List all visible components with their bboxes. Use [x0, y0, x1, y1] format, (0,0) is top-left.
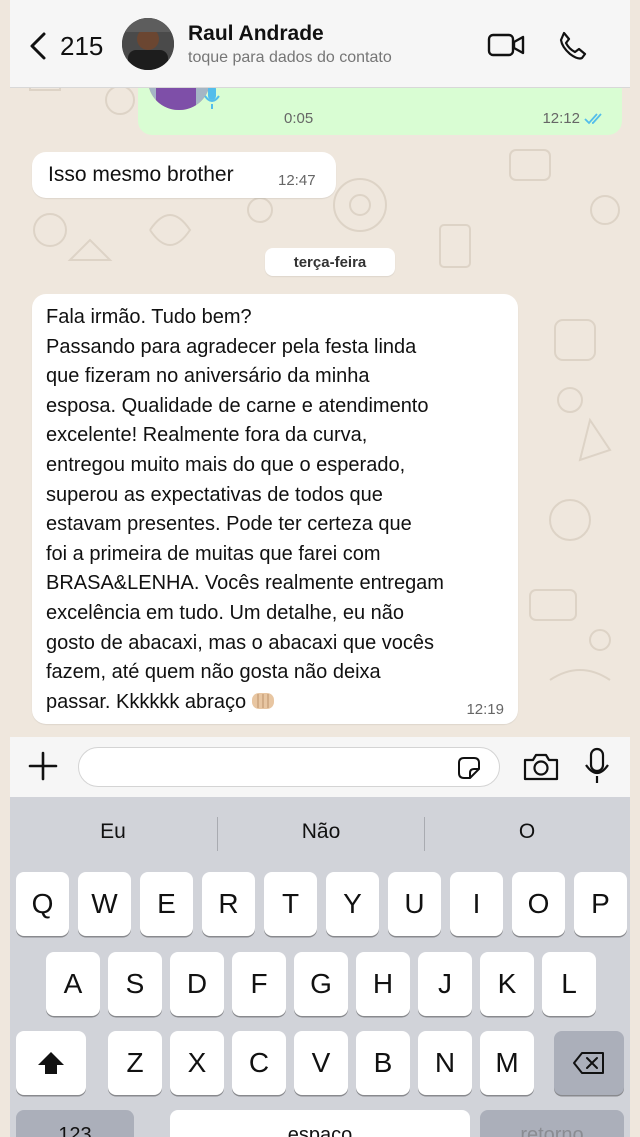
message-body: Fala irmão. Tudo bem? Passando para agra… [46, 303, 516, 717]
message-line: gosto de abacaxi, mas o abacaxi que você… [46, 631, 435, 654]
message-composer [10, 737, 630, 797]
camera-icon [523, 753, 559, 781]
backspace-icon [573, 1052, 604, 1074]
voice-call-button[interactable] [552, 28, 592, 62]
key-s[interactable]: S [108, 952, 162, 1016]
message-line: Passando para agradecer pela festa linda [46, 335, 417, 358]
message-input[interactable] [78, 747, 500, 787]
message-line: foi a primeira de muitas que farei com [46, 542, 381, 565]
message-time: 12:19 [466, 701, 504, 718]
shift-icon [38, 1052, 64, 1074]
message-line: entregou muito mais do que o esperado, [46, 453, 406, 476]
key-i[interactable]: I [450, 872, 503, 936]
message-line: excelente! Realmente fora da curva, [46, 424, 368, 447]
chevron-left-icon [30, 32, 46, 60]
keyboard: Eu Não O Q W E R T Y U I O P A S D F G H… [10, 797, 630, 1137]
key-g[interactable]: G [294, 952, 348, 1016]
sticker-button[interactable] [456, 755, 482, 781]
message-time: 12:47 [278, 172, 316, 189]
message-text: Isso mesmo brother [48, 163, 234, 186]
key-l[interactable]: L [542, 952, 596, 1016]
key-z[interactable]: Z [108, 1031, 162, 1095]
key-p[interactable]: P [574, 872, 627, 936]
space-key[interactable]: espaço [170, 1110, 470, 1137]
fist-emoji-icon [250, 690, 276, 712]
suggestion-1[interactable]: Eu [10, 797, 216, 867]
key-k[interactable]: K [480, 952, 534, 1016]
sticker-icon [458, 757, 480, 779]
key-n[interactable]: N [418, 1031, 472, 1095]
key-t[interactable]: T [264, 872, 317, 936]
attach-button[interactable] [26, 749, 60, 783]
back-button[interactable]: 215 [28, 30, 118, 62]
message-line: estavam presentes. Pode ter certeza que [46, 513, 412, 536]
key-x[interactable]: X [170, 1031, 224, 1095]
key-b[interactable]: B [356, 1031, 410, 1095]
key-c[interactable]: C [232, 1031, 286, 1095]
key-w[interactable]: W [78, 872, 131, 936]
shift-key[interactable] [16, 1031, 86, 1095]
day-divider: terça-feira [265, 248, 395, 276]
microphone-icon [585, 747, 609, 783]
key-j[interactable]: J [418, 952, 472, 1016]
incoming-long-message[interactable]: Fala irmão. Tudo bem? Passando para agra… [32, 294, 518, 724]
message-line: fazem, até quem não gosta não deixa [46, 661, 381, 684]
message-line-last: passar. Kkkkkk abraço [46, 688, 516, 718]
message-line: excelência em tudo. Um detalhe, eu não [46, 601, 404, 624]
microphone-icon [204, 84, 220, 115]
phone-icon [559, 31, 587, 60]
return-key[interactable]: retorno [480, 1110, 624, 1137]
key-r[interactable]: R [202, 872, 255, 936]
key-v[interactable]: V [294, 1031, 348, 1095]
read-receipt-icon [584, 112, 602, 124]
incoming-message[interactable]: Isso mesmo brother 12:47 [32, 152, 336, 198]
key-f[interactable]: F [232, 952, 286, 1016]
message-line: superou as expectativas de todos que [46, 483, 383, 506]
voice-message-time: 12:12 [542, 110, 606, 127]
backspace-key[interactable] [554, 1031, 624, 1095]
message-line: esposa. Qualidade de carne e atendimento [46, 394, 429, 417]
camera-button[interactable] [522, 751, 560, 783]
plus-icon [28, 751, 58, 781]
chat-screen: 0:05 12:12 Isso mesmo brother 12:47 terç… [0, 0, 640, 1137]
key-d[interactable]: D [170, 952, 224, 1016]
voice-message-timestamp: 12:12 [542, 110, 580, 127]
voice-duration: 0:05 [284, 110, 314, 127]
chat-header: 215 Raul Andrade toque para dados do con… [10, 0, 630, 88]
contact-name[interactable]: Raul Andrade [188, 22, 324, 46]
key-h[interactable]: H [356, 952, 410, 1016]
key-e[interactable]: E [140, 872, 193, 936]
numbers-key[interactable]: 123 [16, 1110, 134, 1137]
video-call-button[interactable] [486, 28, 526, 62]
key-y[interactable]: Y [326, 872, 379, 936]
suggestion-3[interactable]: O [424, 797, 630, 867]
suggestion-bar: Eu Não O [10, 797, 630, 867]
unread-count: 215 [60, 30, 104, 61]
video-call-icon [487, 33, 525, 57]
key-m[interactable]: M [480, 1031, 534, 1095]
voice-record-button[interactable] [584, 747, 610, 785]
key-u[interactable]: U [388, 872, 441, 936]
suggestion-2[interactable]: Não [218, 797, 424, 867]
message-line: BRASA&LENHA. Vocês realmente entregam [46, 572, 444, 595]
key-o[interactable]: O [512, 872, 565, 936]
key-q[interactable]: Q [16, 872, 69, 936]
message-line: Fala irmão. Tudo bem? [46, 306, 252, 328]
chat-area[interactable]: 0:05 12:12 Isso mesmo brother 12:47 terç… [10, 0, 630, 737]
message-line: que fizeram no aniversário da minha [46, 365, 370, 388]
avatar[interactable] [122, 18, 174, 70]
message-line: passar. Kkkkkk abraço [46, 690, 247, 713]
contact-subtitle[interactable]: toque para dados do contato [188, 49, 392, 67]
key-a[interactable]: A [46, 952, 100, 1016]
